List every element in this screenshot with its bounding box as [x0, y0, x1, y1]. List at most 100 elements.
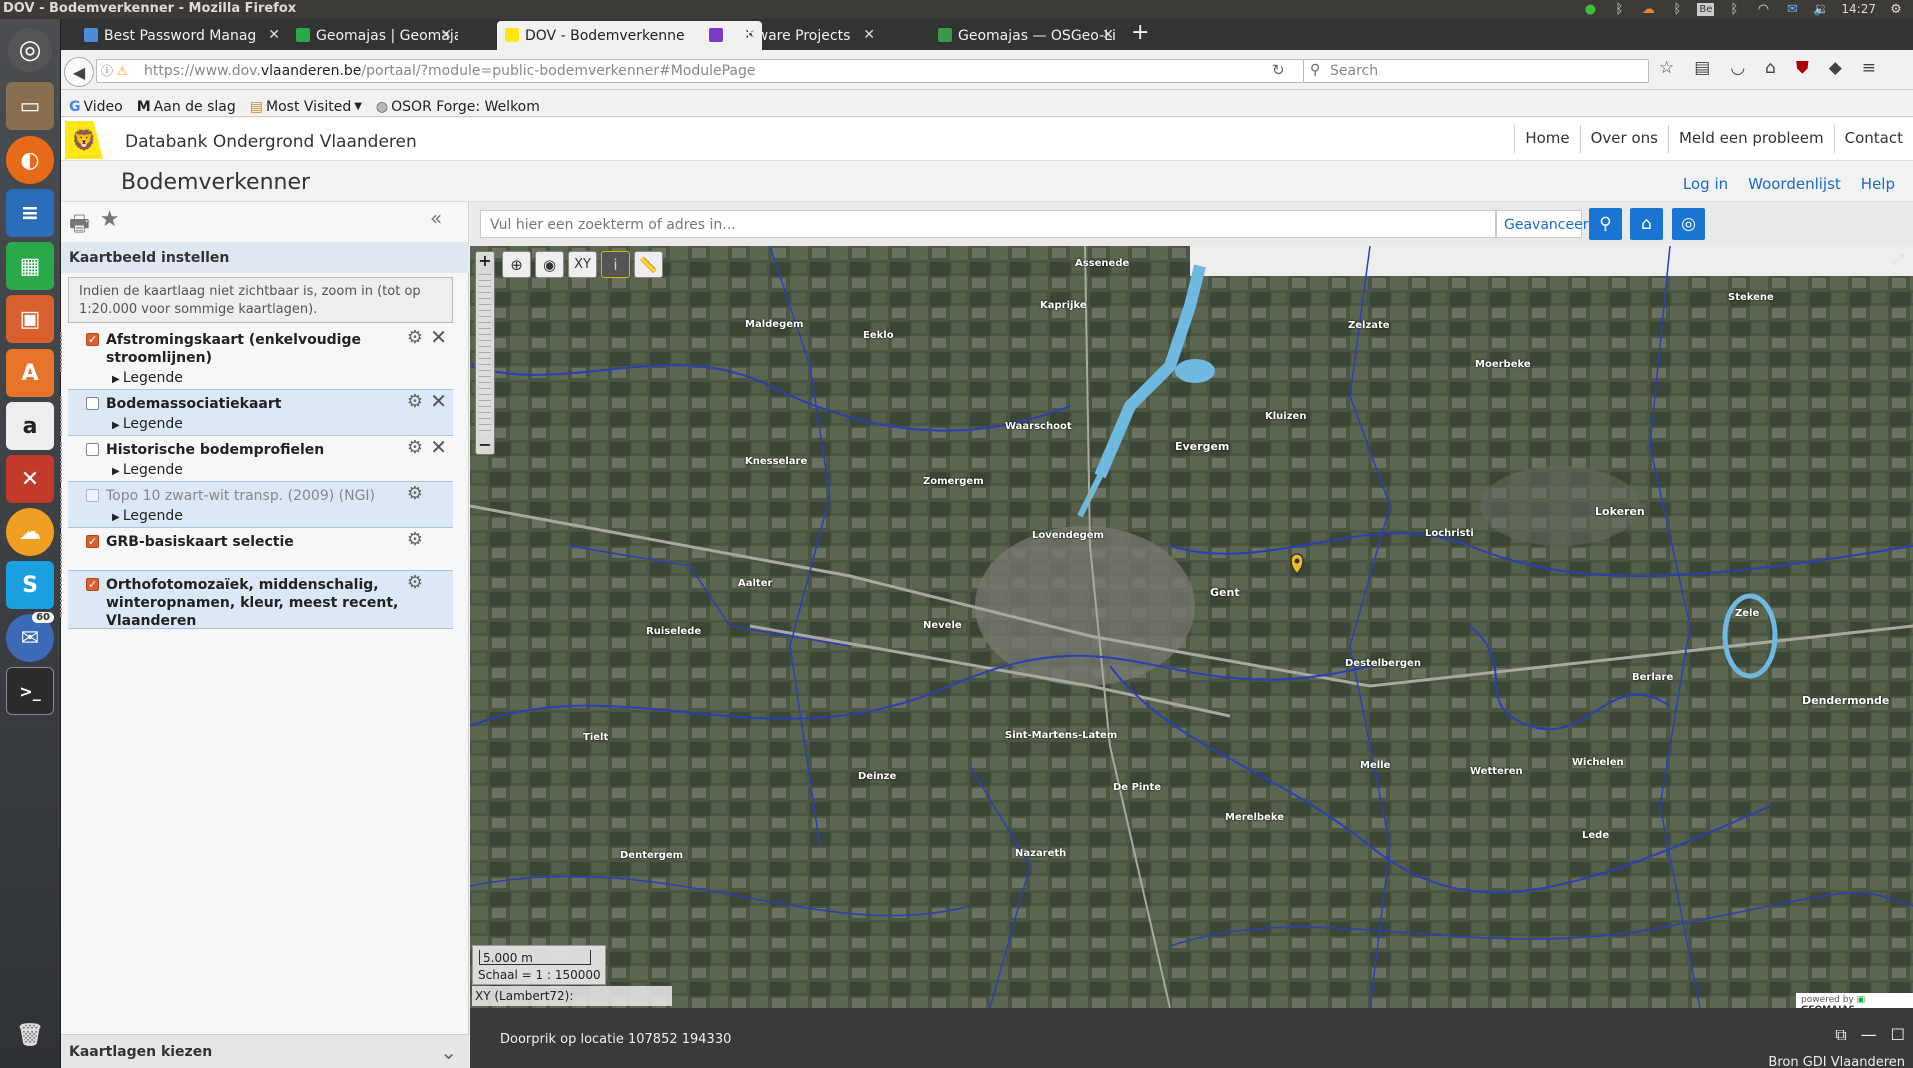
- drag-handle[interactable]: [60, 442, 64, 482]
- reload-icon[interactable]: ↻: [1272, 61, 1285, 79]
- layer-checkbox[interactable]: [86, 443, 99, 456]
- zoom-in-button[interactable]: +: [476, 252, 494, 270]
- expand-down-icon[interactable]: ⌄: [440, 1040, 457, 1064]
- keyboard-layout-indicator[interactable]: Be: [1697, 2, 1715, 16]
- layer-topo10[interactable]: Topo 10 zwart-wit transp. (2009) (NGI) L…: [60, 482, 453, 528]
- tab-software-projects[interactable]: Software Projects ✕: [701, 21, 881, 50]
- map-search-input[interactable]: Vul hier een zoekterm of adres in...: [480, 210, 1496, 238]
- legend-toggle[interactable]: Legende: [106, 461, 453, 481]
- eraser-icon[interactable]: ◆: [1829, 58, 1842, 78]
- pocket-icon[interactable]: ◡: [1730, 58, 1745, 78]
- gear-icon[interactable]: ⚙: [407, 485, 423, 503]
- cloud-icon[interactable]: ☁: [1639, 1, 1657, 17]
- close-tab-icon[interactable]: ✕: [440, 27, 452, 43]
- layer-checkbox[interactable]: [86, 331, 99, 349]
- globe-search-button[interactable]: ◎: [1672, 208, 1705, 240]
- locate-search-button[interactable]: ⚲: [1589, 208, 1622, 240]
- back-button[interactable]: ◀: [64, 57, 94, 87]
- close-icon[interactable]: ✕: [430, 391, 447, 411]
- gear-icon[interactable]: ⚙: [407, 574, 423, 592]
- volume-icon[interactable]: 🔉: [1812, 1, 1830, 17]
- url-bar[interactable]: https://www.dov.vlaanderen.be/portaal/?m…: [96, 59, 1304, 83]
- close-tab-icon[interactable]: ✕: [863, 27, 875, 43]
- zoom-out-button[interactable]: −: [476, 436, 494, 454]
- drag-handle[interactable]: [60, 488, 64, 528]
- collapse-panel-icon[interactable]: «: [430, 206, 442, 230]
- ubuntu-dash-icon[interactable]: ◎: [8, 28, 52, 72]
- legend-toggle[interactable]: Legende: [106, 415, 453, 435]
- hamburger-menu-icon[interactable]: ≡: [1862, 58, 1876, 78]
- trash-icon[interactable]: 🗑: [6, 1011, 54, 1059]
- bookmark-video[interactable]: G Video: [69, 97, 123, 116]
- ublock-icon[interactable]: ⛊: [1796, 58, 1809, 78]
- kaartlagen-kiezen-header[interactable]: Kaartlagen kiezen ⌄: [61, 1034, 469, 1068]
- site-info-icon[interactable]: ⓘ ⚠: [101, 62, 128, 79]
- writer-icon[interactable]: ≡: [6, 189, 54, 237]
- gear-icon[interactable]: ⚙: [407, 329, 423, 347]
- impress-icon[interactable]: ▣: [6, 295, 54, 343]
- home-icon[interactable]: ⌂: [1765, 58, 1776, 78]
- print-icon[interactable]: 🖶: [69, 207, 90, 245]
- software-center-icon[interactable]: A: [6, 349, 54, 397]
- meld-probleem-link[interactable]: Meld een probleem: [1667, 125, 1834, 153]
- bookmarks-menu-icon[interactable]: ▤: [1694, 58, 1710, 78]
- close-tab-icon[interactable]: ✕: [268, 27, 280, 43]
- bookmark-most-visited[interactable]: ▤ Most Visited ▼: [250, 97, 362, 116]
- browser-search-input[interactable]: ⚲ Search: [1303, 59, 1649, 83]
- info-icon[interactable]: i: [601, 251, 630, 278]
- woordenlijst-link[interactable]: Woordenlijst: [1748, 175, 1841, 193]
- tab-geomajas[interactable]: Geomajas | Geomajas ✕: [288, 21, 458, 50]
- minimize-icon[interactable]: —: [1861, 1025, 1877, 1045]
- map-view[interactable]: Assenede Kaprijke Zelzate Maldegem Eeklo…: [470, 246, 1913, 1008]
- bluetooth-icon[interactable]: ᛒ: [1668, 1, 1686, 17]
- drag-handle[interactable]: [60, 396, 64, 436]
- fluxgui-icon[interactable]: ☁: [6, 508, 54, 556]
- power-icon[interactable]: ⚙: [1887, 1, 1905, 17]
- contact-link[interactable]: Contact: [1833, 125, 1913, 153]
- close-icon[interactable]: ✕: [430, 437, 447, 457]
- firefox-icon[interactable]: ◐: [6, 136, 54, 184]
- wifi-icon[interactable]: ◠: [1754, 1, 1772, 17]
- layer-checkbox[interactable]: [86, 397, 99, 410]
- login-link[interactable]: Log in: [1683, 175, 1728, 193]
- calc-icon[interactable]: ▦: [6, 242, 54, 290]
- zoom-rectangle-icon[interactable]: ⊕: [502, 251, 531, 278]
- drag-handle[interactable]: [60, 577, 64, 617]
- bluetooth-icon[interactable]: ᛒ: [1610, 1, 1628, 17]
- layer-historische-bodemprofielen[interactable]: Historische bodemprofielen Legende ⚙ ✕: [60, 436, 453, 482]
- layer-afstromingskaart[interactable]: Afstromingskaart (enkelvoudige stroomlij…: [60, 326, 453, 390]
- mail-icon[interactable]: ✉: [1783, 1, 1801, 17]
- help-link[interactable]: Help: [1861, 175, 1895, 193]
- zoom-track[interactable]: [479, 274, 491, 434]
- close-tab-icon[interactable]: ✕: [1102, 27, 1114, 43]
- over-ons-link[interactable]: Over ons: [1579, 125, 1668, 153]
- xy-tool[interactable]: XY: [568, 251, 597, 278]
- home-link[interactable]: Home: [1514, 125, 1579, 153]
- layer-bodemassociatiekaart[interactable]: Bodemassociatiekaart Legende ⚙ ✕: [60, 390, 453, 436]
- files-icon[interactable]: ▭: [6, 82, 54, 130]
- gear-icon[interactable]: ⚙: [407, 439, 423, 457]
- bluetooth-icon[interactable]: ᛒ: [1725, 1, 1743, 17]
- layer-checkbox[interactable]: [86, 576, 99, 594]
- popout-icon[interactable]: ⧉: [1835, 1025, 1846, 1045]
- new-tab-button[interactable]: +: [1131, 20, 1149, 45]
- terminal-icon[interactable]: >_: [6, 667, 54, 715]
- layer-orthofotomozaiek[interactable]: Orthofotomozaïek, middenschalig, wintero…: [60, 571, 453, 629]
- site-title[interactable]: Databank Ondergrond Vlaanderen: [125, 132, 417, 152]
- zoom-slider[interactable]: + −: [475, 251, 495, 455]
- drag-handle[interactable]: [60, 534, 64, 574]
- drag-handle[interactable]: [60, 332, 64, 372]
- tab-lastpass[interactable]: Best Password Manag ✕: [76, 21, 286, 50]
- advanced-search-link[interactable]: Geavanceerd: [1496, 210, 1597, 238]
- layer-checkbox[interactable]: [86, 489, 99, 502]
- gear-icon[interactable]: ⚙: [407, 531, 423, 549]
- fullscreen-icon[interactable]: ⤢: [1893, 252, 1904, 268]
- close-icon[interactable]: ✕: [430, 327, 447, 347]
- home-extent-button[interactable]: ⌂: [1630, 208, 1663, 240]
- legend-toggle[interactable]: Legende: [106, 369, 453, 389]
- layer-checkbox[interactable]: [86, 533, 99, 551]
- settings-icon[interactable]: ✕: [6, 455, 54, 503]
- clock[interactable]: 14:27: [1841, 2, 1876, 16]
- bookmark-aan-de-slag[interactable]: M Aan de slag: [137, 97, 236, 116]
- skype-icon[interactable]: S: [6, 561, 54, 609]
